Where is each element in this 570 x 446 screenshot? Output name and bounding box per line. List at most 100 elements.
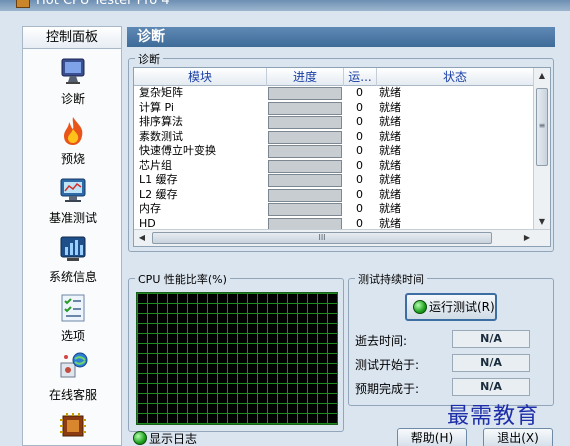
module-status: 就绪 <box>379 158 401 172</box>
module-progress-bar <box>268 188 342 202</box>
module-status: 就绪 <box>379 129 401 143</box>
module-name: 计算 Pi <box>139 100 174 114</box>
flame-icon <box>57 115 89 147</box>
cpu-ratio-graph <box>136 292 338 425</box>
run-test-button[interactable]: 运行测试(R) <box>405 293 497 321</box>
bar-chart-icon <box>57 233 89 265</box>
run-status-icon <box>413 300 427 314</box>
horizontal-scroll-thumb[interactable]: III <box>152 232 492 244</box>
module-status: 就绪 <box>379 115 401 128</box>
module-run-count: 0 <box>356 187 363 201</box>
table-row[interactable]: 排序算法 0 就绪 <box>134 115 534 130</box>
diagnostics-group-label: 诊断 <box>135 51 163 67</box>
scroll-down-arrow-icon[interactable]: ▼ <box>534 214 550 230</box>
table-row[interactable]: 内存 0 就绪 <box>134 202 534 217</box>
module-run-count: 0 <box>356 86 363 99</box>
cpu-ratio-label: CPU 性能比率(%) <box>135 271 230 287</box>
test-start-label: 测试开始于: <box>355 358 420 372</box>
module-name: 复杂矩阵 <box>139 86 183 99</box>
table-row[interactable]: L2 缓存 0 就绪 <box>134 188 534 203</box>
module-progress-bar <box>268 159 342 173</box>
table-row[interactable]: 芯片组 0 就绪 <box>134 159 534 174</box>
module-run-count: 0 <box>356 158 363 172</box>
table-row[interactable]: 计算 Pi 0 就绪 <box>134 101 534 116</box>
vertical-scrollbar[interactable]: ▲ ≡ ▼ <box>533 68 550 230</box>
module-status: 就绪 <box>379 173 401 186</box>
expected-finish-label: 预期完成于: <box>355 382 420 396</box>
column-header-module[interactable]: 模块 <box>134 68 267 86</box>
column-header-status[interactable]: 状态 <box>377 68 534 86</box>
chart-monitor-icon <box>57 174 89 206</box>
module-name: 素数测试 <box>139 129 183 143</box>
module-progress-bar <box>268 101 342 115</box>
scroll-right-arrow-icon[interactable]: ▶ <box>519 230 535 246</box>
show-log-label: 显示日志 <box>149 432 198 446</box>
help-button[interactable]: 帮助(H) <box>397 428 467 446</box>
test-duration-label: 测试持续时间 <box>355 271 427 287</box>
table-row[interactable]: 复杂矩阵 0 就绪 <box>134 86 534 101</box>
module-name: 内存 <box>139 202 161 215</box>
nav-item-diagnostics[interactable]: 诊断 <box>23 55 123 107</box>
watermark: 最需教育 <box>447 404 540 429</box>
module-status: 就绪 <box>379 202 401 215</box>
module-status: 就绪 <box>379 187 401 201</box>
module-name: L2 缓存 <box>139 187 178 201</box>
module-run-count: 0 <box>356 100 363 114</box>
nav-label-diagnostics: 诊断 <box>60 92 85 106</box>
exit-button[interactable]: 退出(X) <box>483 428 553 446</box>
expected-finish-value: N/A <box>452 378 530 396</box>
module-progress-bar <box>268 87 342 100</box>
window-title: Hot CPU Tester Pro 4 <box>36 0 170 8</box>
module-status: 就绪 <box>379 100 401 114</box>
nav-label-system-info: 系统信息 <box>48 270 97 284</box>
chip-icon <box>57 410 89 442</box>
module-run-count: 0 <box>356 144 363 157</box>
module-status: 就绪 <box>379 144 401 157</box>
column-header-runs[interactable]: 运... <box>344 68 377 86</box>
table-row[interactable]: 快速傅立叶变换 0 就绪 <box>134 144 534 159</box>
module-name: L1 缓存 <box>139 173 178 186</box>
nav-item-options[interactable]: 选项 <box>23 292 123 344</box>
scroll-left-arrow-icon[interactable]: ◀ <box>134 230 150 246</box>
nav-item-burn-in[interactable]: 预烧 <box>23 115 123 167</box>
support-globe-icon <box>57 351 89 383</box>
module-progress-bar <box>268 174 342 187</box>
diagnostics-table: 模块 进度 运... 状态 复杂矩阵 0 就绪 计算 Pi 0 就绪 排序算法 0 就绪 素数测试… <box>133 67 551 247</box>
module-progress-bar <box>268 116 342 129</box>
module-status: 就绪 <box>379 86 401 99</box>
app-icon <box>16 0 30 8</box>
vertical-scroll-thumb[interactable]: ≡ <box>536 88 548 166</box>
control-panel-header: 控制面板 <box>23 27 121 49</box>
table-row[interactable]: L1 缓存 0 就绪 <box>134 173 534 188</box>
module-run-count: 0 <box>356 202 363 215</box>
title-bar: Hot CPU Tester Pro 4 <box>0 0 570 11</box>
nav-label-online-support: 在线客服 <box>48 388 97 402</box>
module-run-count: 0 <box>356 173 363 186</box>
table-row[interactable]: 素数测试 0 就绪 <box>134 130 534 145</box>
table-body: 复杂矩阵 0 就绪 计算 Pi 0 就绪 排序算法 0 就绪 素数测试 0 就绪 快速傅立叶变换 0 就绪芯… <box>134 86 534 236</box>
show-log-icon <box>133 431 147 445</box>
nav-label-benchmark: 基准测试 <box>48 211 97 225</box>
module-name: 快速傅立叶变换 <box>139 144 216 157</box>
show-log-toggle[interactable]: 显示日志 <box>133 430 197 446</box>
module-run-count: 0 <box>356 115 363 128</box>
table-header: 模块 进度 运... 状态 <box>134 68 534 86</box>
test-start-value: N/A <box>452 354 530 372</box>
nav-item-benchmark[interactable]: 基准测试 <box>23 174 123 226</box>
module-progress-bar <box>268 145 342 158</box>
scroll-up-arrow-icon[interactable]: ▲ <box>534 68 550 84</box>
column-header-progress[interactable]: 进度 <box>267 68 344 86</box>
module-progress-bar <box>268 130 342 144</box>
nav-item-online-support[interactable]: 在线客服 <box>23 351 123 403</box>
run-test-label: 运行测试(R) <box>429 300 495 314</box>
module-name: 芯片组 <box>139 158 172 172</box>
nav-label-burn-in: 预烧 <box>60 152 85 166</box>
elapsed-time-value: N/A <box>452 330 530 348</box>
section-title: 诊断 <box>127 27 555 47</box>
module-progress-bar <box>268 203 342 216</box>
horizontal-scrollbar[interactable]: ◀ III ▶ <box>134 229 550 246</box>
nav-item-system-info[interactable]: 系统信息 <box>23 233 123 285</box>
checklist-icon <box>57 292 89 324</box>
nav-item-chip[interactable] <box>23 410 123 442</box>
control-panel: 控制面板 诊断 预烧 基准测试 系统信息 选项 在线客服 <box>22 26 122 446</box>
